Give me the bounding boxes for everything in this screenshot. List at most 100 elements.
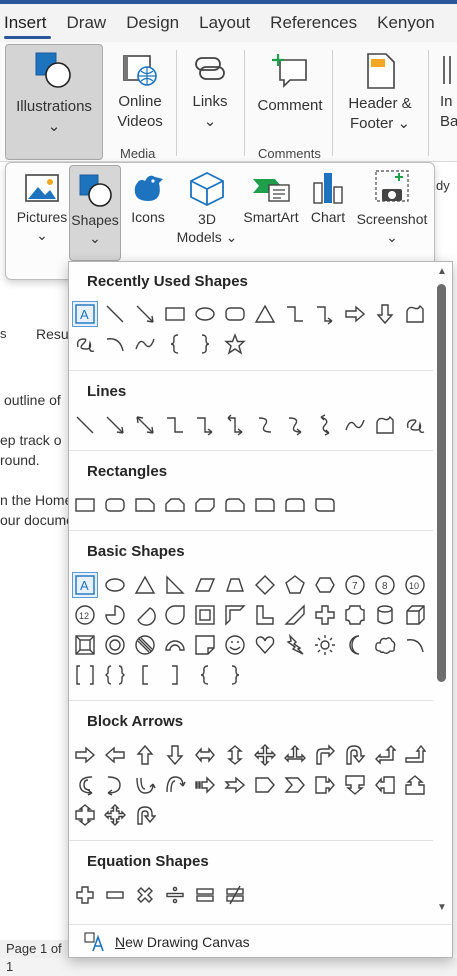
shape-plus-icon[interactable]: [72, 882, 98, 908]
shape-u-turn-arrow-icon[interactable]: [342, 742, 368, 768]
shape-parallelogram-icon[interactable]: [192, 572, 218, 598]
shape-text-box-icon[interactable]: A: [72, 301, 98, 327]
shape-double-bracket-icon[interactable]: [72, 662, 98, 688]
shape-round-diagonal-icon[interactable]: [312, 492, 338, 518]
comment-button[interactable]: Comment: [252, 52, 328, 116]
shape-text-box-icon[interactable]: A: [72, 572, 98, 598]
shape-scribble-icon[interactable]: [402, 412, 428, 438]
shape-pie-icon[interactable]: [102, 602, 128, 628]
shape-right-arrow-icon[interactable]: [342, 301, 368, 327]
shape-up-arrow-callout-icon[interactable]: [402, 772, 428, 798]
shape-left-bracket-icon[interactable]: [132, 662, 158, 688]
shape-curved-right-arrow-icon[interactable]: [72, 772, 98, 798]
shape-right-arrow-icon[interactable]: [72, 742, 98, 768]
shape-plaque-icon[interactable]: [342, 602, 368, 628]
shape-double-arrow-line-icon[interactable]: [132, 412, 158, 438]
shape-left-arrow-callout-icon[interactable]: [372, 772, 398, 798]
online-videos-button[interactable]: Online Videos: [112, 52, 168, 132]
shape-isosceles-triangle-icon[interactable]: [132, 572, 158, 598]
shape-curve-icon[interactable]: [342, 412, 368, 438]
shape-snip-single-corner-icon[interactable]: [132, 492, 158, 518]
shape-cloud-icon[interactable]: [372, 632, 398, 658]
screenshot-button[interactable]: Screenshot ⌄: [356, 167, 428, 246]
shape-cube-icon[interactable]: [402, 602, 428, 628]
shape-round-same-side-icon[interactable]: [282, 492, 308, 518]
links-button[interactable]: Links ⌄: [184, 52, 236, 132]
shape-pentagon-arrow-icon[interactable]: [252, 772, 278, 798]
shape-curved-connector-icon[interactable]: [252, 412, 278, 438]
shape-round-single-corner-icon[interactable]: [252, 492, 278, 518]
shape-trapezoid-icon[interactable]: [222, 572, 248, 598]
shape-sun-icon[interactable]: [312, 632, 338, 658]
shape-arc-icon[interactable]: [102, 331, 128, 357]
new-drawing-canvas-button[interactable]: New Drawing Canvas: [69, 924, 452, 958]
shape-teardrop-icon[interactable]: [162, 602, 188, 628]
shape-block-arc-icon[interactable]: [162, 632, 188, 658]
shape-line-icon[interactable]: [102, 301, 128, 327]
shape-diagonal-stripe-icon[interactable]: [282, 602, 308, 628]
shape-left-brace-icon[interactable]: [192, 662, 218, 688]
shape-freeform-icon[interactable]: [402, 301, 428, 327]
tab-layout[interactable]: Layout: [189, 4, 260, 42]
shape-oval-icon[interactable]: [192, 301, 218, 327]
shape-dodecagon-12-icon[interactable]: 12: [72, 602, 98, 628]
shape-half-frame-icon[interactable]: [222, 602, 248, 628]
shape-division-icon[interactable]: [162, 882, 188, 908]
shape-up-down-callout-icon[interactable]: [72, 802, 98, 828]
shape-donut-icon[interactable]: [102, 632, 128, 658]
shape-lightning-icon[interactable]: [282, 632, 308, 658]
shape-curved-double-arrow-icon[interactable]: [312, 412, 338, 438]
shape-moon-icon[interactable]: [342, 632, 368, 658]
shape-bevel-icon[interactable]: [72, 632, 98, 658]
shape-curved-down-arrow-icon[interactable]: [162, 772, 188, 798]
tab-references[interactable]: References: [260, 4, 367, 42]
scroll-down-arrow-icon[interactable]: ▼: [436, 902, 448, 914]
shape-bent-arrow-icon[interactable]: [312, 742, 338, 768]
scroll-up-arrow-icon[interactable]: ▲: [436, 266, 448, 278]
shape-l-shape-icon[interactable]: [252, 602, 278, 628]
text-group-button-cutoff[interactable]: In Bar: [440, 52, 457, 132]
shape-decagon-10-icon[interactable]: 10: [402, 572, 428, 598]
shape-rectangle-icon[interactable]: [72, 492, 98, 518]
shape-down-arrow-icon[interactable]: [372, 301, 398, 327]
shape-chevron-icon[interactable]: [282, 772, 308, 798]
tab-kenyon[interactable]: Kenyon: [367, 4, 445, 42]
shape-heptagon-7-icon[interactable]: 7: [342, 572, 368, 598]
shape-quad-arrow-callout-icon[interactable]: [102, 802, 128, 828]
shape-curved-up-arrow-icon[interactable]: [132, 772, 158, 798]
tab-design[interactable]: Design: [116, 4, 189, 42]
shape-curved-left-arrow-icon[interactable]: [102, 772, 128, 798]
shape-star-icon[interactable]: [222, 331, 248, 357]
shape-rounded-rectangle-icon[interactable]: [222, 301, 248, 327]
shape-scribble-icon[interactable]: [72, 331, 98, 357]
shape-striped-right-arrow-icon[interactable]: [192, 772, 218, 798]
shape-freeform-icon[interactable]: [372, 412, 398, 438]
shape-equal-icon[interactable]: [192, 882, 218, 908]
shape-can-icon[interactable]: [372, 602, 398, 628]
shape-circular-arrow-icon[interactable]: [132, 802, 158, 828]
shape-line-icon[interactable]: [72, 412, 98, 438]
shape-pentagon-icon[interactable]: [282, 572, 308, 598]
icons-button[interactable]: Icons: [126, 171, 170, 226]
status-page-count[interactable]: Page 1 of 1: [0, 940, 70, 974]
illustrations-button[interactable]: Illustrations ⌄: [5, 44, 103, 160]
shape-curved-arrow-icon[interactable]: [282, 412, 308, 438]
shape-diamond-icon[interactable]: [252, 572, 278, 598]
shape-minus-icon[interactable]: [102, 882, 128, 908]
shape-left-arrow-icon[interactable]: [102, 742, 128, 768]
shape-snip-diagonal-icon[interactable]: [192, 492, 218, 518]
scrollbar-thumb[interactable]: [437, 284, 446, 682]
shape-frame-icon[interactable]: [192, 602, 218, 628]
shape-bent-up-arrow-icon[interactable]: [402, 742, 428, 768]
shape-left-brace-icon[interactable]: [162, 331, 188, 357]
shape-elbow-double-arrow-icon[interactable]: [222, 412, 248, 438]
pictures-button[interactable]: Pictures ⌄: [14, 171, 70, 244]
shape-chord-icon[interactable]: [132, 602, 158, 628]
shape-folded-corner-icon[interactable]: [192, 632, 218, 658]
shape-not-equal-icon[interactable]: [222, 882, 248, 908]
shape-triangle-icon[interactable]: [252, 301, 278, 327]
shape-arrow-line-icon[interactable]: [102, 412, 128, 438]
header-footer-button[interactable]: Header & Footer ⌄: [340, 52, 420, 134]
smartart-button[interactable]: SmartArt: [242, 171, 300, 226]
chart-button[interactable]: Chart: [306, 171, 350, 226]
